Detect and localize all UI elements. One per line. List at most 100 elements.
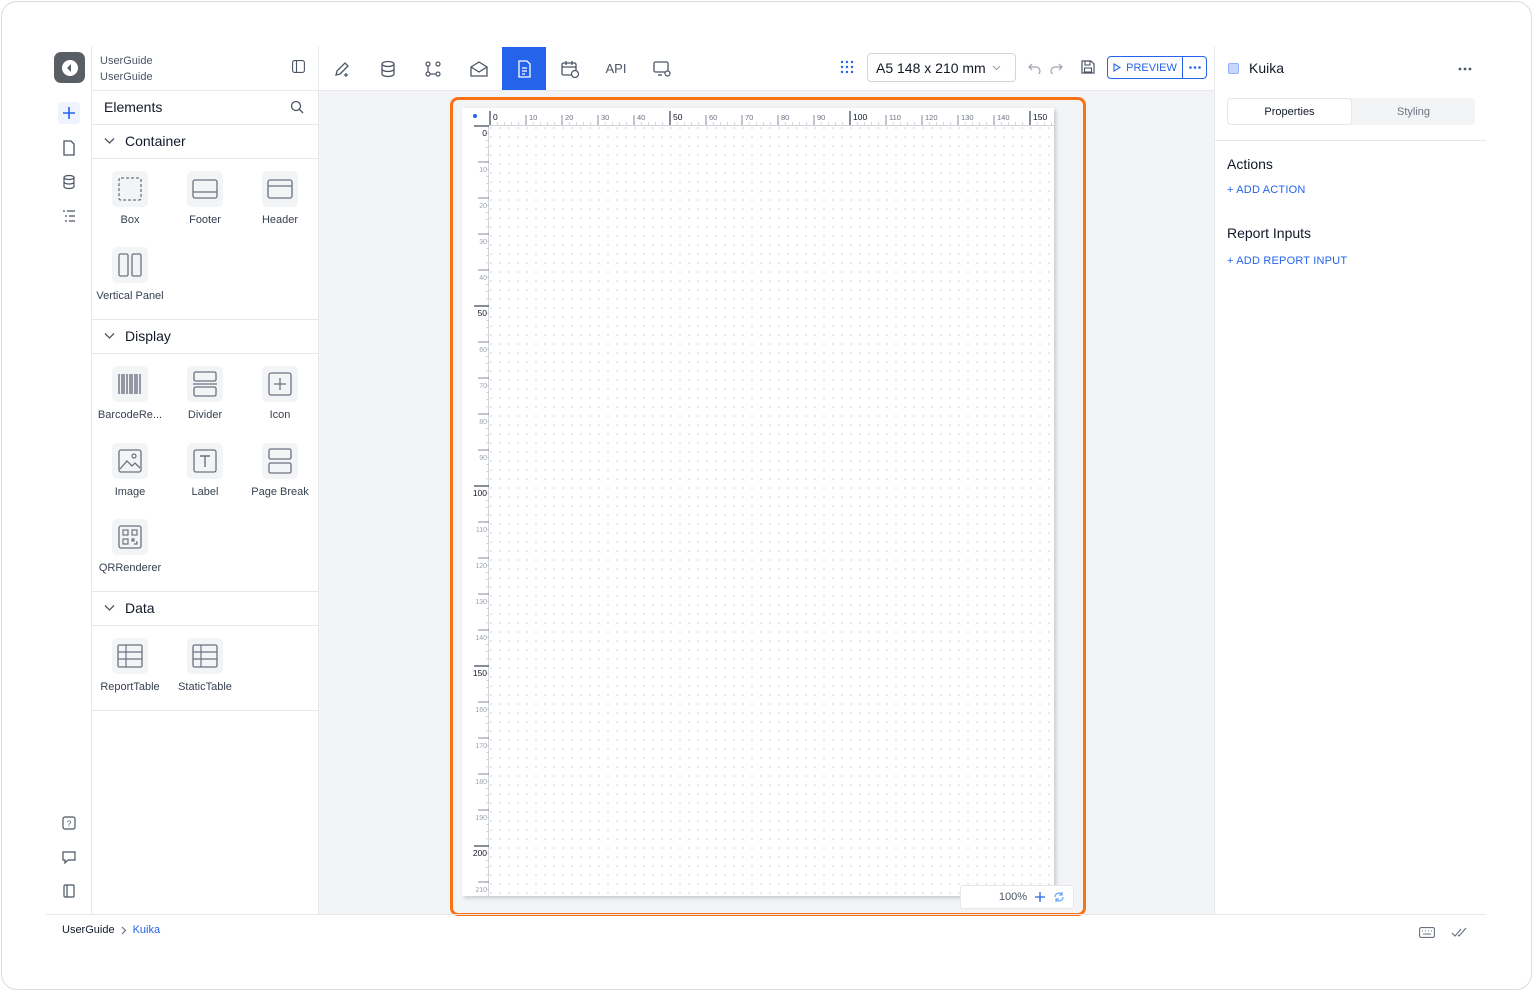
- preview-button[interactable]: PREVIEW: [1107, 56, 1207, 79]
- list-icon[interactable]: [58, 205, 80, 227]
- ruler-label: 30: [601, 113, 609, 122]
- divider-icon: [193, 371, 217, 397]
- page-size-select[interactable]: A5 148 x 210 mm: [867, 53, 1016, 82]
- ruler-label: 140: [475, 635, 487, 642]
- properties-panel: [1214, 46, 1486, 914]
- panel-tabs: Properties Styling: [1227, 98, 1475, 125]
- grid-dots-icon[interactable]: [840, 60, 854, 79]
- element-report-table[interactable]: ReportTable: [92, 638, 168, 693]
- breadcrumb-root[interactable]: UserGuide: [62, 924, 115, 936]
- page-icon[interactable]: [58, 137, 80, 159]
- section-data[interactable]: Data: [104, 600, 155, 616]
- add-action-link[interactable]: + ADD ACTION: [1227, 184, 1306, 196]
- element-static-table[interactable]: StaticTable: [167, 638, 243, 693]
- ruler-label: 200: [473, 848, 487, 858]
- project-line2: UserGuide: [100, 71, 153, 83]
- dot-grid: [489, 126, 1051, 894]
- chat-icon[interactable]: [58, 846, 80, 868]
- api-label: API: [605, 61, 627, 76]
- report-icon[interactable]: [502, 47, 546, 90]
- book-icon[interactable]: [58, 880, 80, 902]
- ruler-label: 180: [475, 779, 487, 786]
- ruler-label: 100: [853, 112, 867, 122]
- ruler-label: 50: [673, 112, 683, 122]
- workflow-icon[interactable]: [411, 47, 455, 90]
- more-options-icon[interactable]: [1458, 58, 1472, 74]
- section-container[interactable]: Container: [104, 133, 186, 149]
- ruler-label: 80: [781, 113, 789, 122]
- keyboard-icon[interactable]: [1419, 925, 1435, 943]
- mail-icon[interactable]: [457, 47, 501, 90]
- datasource-icon[interactable]: [366, 47, 410, 90]
- element-barcode[interactable]: BarcodeRe...: [92, 366, 168, 421]
- element-qr[interactable]: QRRenderer: [92, 519, 168, 574]
- api-tab[interactable]: API: [594, 47, 638, 90]
- ruler-label: 10: [479, 167, 487, 174]
- preview-more-icon[interactable]: [1183, 66, 1206, 69]
- ruler-label: 120: [475, 563, 487, 570]
- device-settings-icon[interactable]: [640, 47, 684, 90]
- reset-zoom-icon[interactable]: [1053, 891, 1065, 903]
- page-rulers: 0 50 100 150 10 20 30 40 60 70 80 90 110 120 130 140 0 5…: [462, 108, 1054, 897]
- section-label: Container: [125, 133, 186, 149]
- report-page[interactable]: 0 50 100 150 10 20 30 40 60 70 80 90 110 120 130 140 0 5…: [462, 108, 1054, 897]
- tab-styling[interactable]: Styling: [1352, 98, 1475, 125]
- ruler-label: 10: [529, 113, 537, 122]
- ruler-label: 60: [709, 113, 717, 122]
- page-break-icon: [268, 448, 292, 474]
- barcode-icon: [118, 374, 141, 394]
- database-icon[interactable]: [58, 171, 80, 193]
- ruler-label: 20: [479, 203, 487, 210]
- project-line1: UserGuide: [100, 55, 153, 67]
- section-label: Data: [125, 600, 155, 616]
- ruler-origin-icon[interactable]: [473, 114, 477, 118]
- qr-icon: [118, 525, 142, 549]
- ruler-label: 70: [745, 113, 753, 122]
- section-display[interactable]: Display: [104, 328, 171, 344]
- element-divider[interactable]: Divider: [167, 366, 243, 421]
- status-bar-divider: [46, 914, 1486, 915]
- element-label[interactable]: Label: [167, 443, 243, 498]
- add-report-input-link[interactable]: + ADD REPORT INPUT: [1227, 255, 1347, 267]
- ruler-label: 110: [889, 113, 901, 122]
- report-inputs-heading: Report Inputs: [1227, 225, 1312, 241]
- actions-heading: Actions: [1227, 156, 1273, 172]
- schedule-icon[interactable]: [548, 47, 592, 90]
- ruler-label: 160: [475, 707, 487, 714]
- chevron-down-icon: [104, 605, 115, 611]
- section-label: Display: [125, 328, 171, 344]
- chevron-down-icon: [104, 138, 115, 144]
- zoom-control[interactable]: 100%: [960, 885, 1074, 909]
- plus-icon[interactable]: [58, 102, 80, 124]
- element-vertical-panel[interactable]: Vertical Panel: [92, 247, 168, 302]
- element-icon[interactable]: Icon: [242, 366, 318, 421]
- zoom-in-icon[interactable]: [1035, 892, 1045, 902]
- element-footer[interactable]: Footer: [167, 171, 243, 226]
- breadcrumb-current[interactable]: Kuika: [133, 924, 161, 936]
- ruler-label: 0: [482, 128, 487, 138]
- element-image[interactable]: Image: [92, 443, 168, 498]
- redo-icon[interactable]: [1050, 61, 1063, 79]
- ruler-label: 0: [493, 112, 498, 122]
- element-box[interactable]: Box: [92, 171, 168, 226]
- tab-properties[interactable]: Properties: [1227, 98, 1352, 125]
- selected-component: Kuika: [1228, 60, 1284, 76]
- ruler-label: 190: [475, 815, 487, 822]
- collapse-panel-icon[interactable]: [292, 60, 305, 78]
- ruler-label: 50: [478, 308, 488, 318]
- save-icon[interactable]: [1081, 60, 1095, 79]
- element-page-break[interactable]: Page Break: [242, 443, 318, 498]
- svg-text:?: ?: [67, 820, 72, 829]
- help-icon[interactable]: ?: [58, 812, 80, 834]
- search-icon[interactable]: [290, 100, 304, 119]
- ruler-label: 120: [925, 113, 938, 122]
- element-header[interactable]: Header: [242, 171, 318, 226]
- design-edit-icon[interactable]: [320, 47, 364, 90]
- undo-icon[interactable]: [1028, 61, 1041, 79]
- project-name: UserGuide UserGuide: [100, 53, 153, 85]
- elements-title: Elements: [104, 99, 163, 115]
- ruler-label: 40: [479, 275, 487, 282]
- app-logo[interactable]: [54, 52, 85, 83]
- check-all-icon[interactable]: [1451, 925, 1468, 943]
- zoom-level: 100%: [998, 891, 1027, 903]
